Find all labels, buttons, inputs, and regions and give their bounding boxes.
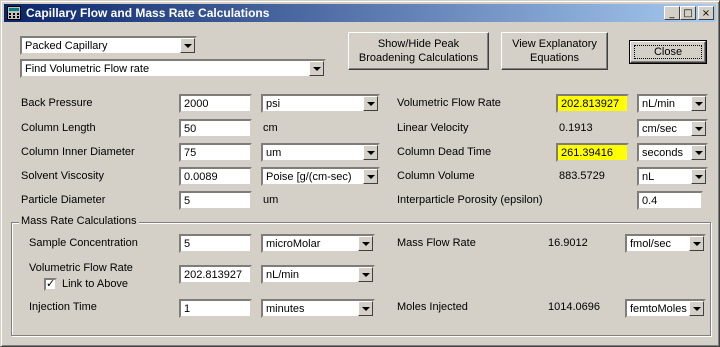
view-eq-line2: Equations xyxy=(530,52,579,64)
chevron-down-icon[interactable] xyxy=(358,301,373,316)
view-eq-line1: View Explanatory xyxy=(512,38,597,50)
column-id-label: Column Inner Diameter xyxy=(21,146,135,158)
injection-time-input[interactable]: 1 xyxy=(179,299,252,318)
calculator-app-icon xyxy=(7,6,21,20)
moles-injected-value: 1014.0696 xyxy=(548,301,600,313)
column-volume-value: 883.5729 xyxy=(559,170,605,182)
chevron-down-icon[interactable] xyxy=(689,301,704,316)
viscosity-unit-select[interactable]: Poise [g/(cm-sec) xyxy=(261,167,380,186)
particle-diameter-input[interactable]: 5 xyxy=(179,191,252,210)
time-unit-select[interactable]: seconds xyxy=(637,143,708,162)
flow-unit-select[interactable]: nL/min xyxy=(637,94,708,113)
chevron-down-icon[interactable] xyxy=(363,96,378,111)
column-length-label: Column Length xyxy=(21,122,96,134)
flow-unit-value: nL/min xyxy=(642,98,676,110)
moles-unit-value: femtoMoles xyxy=(630,303,687,315)
time-unit-value: seconds xyxy=(642,147,683,159)
sample-conc-label: Sample Concentration xyxy=(29,237,138,249)
show-hide-peak-broadening-button[interactable]: Show/Hide Peak Broadening Calculations xyxy=(348,32,489,70)
capillary-type-select[interactable]: Packed Capillary xyxy=(20,36,197,55)
pressure-unit-value: psi xyxy=(266,98,281,110)
mass-rate-group-title: Mass Rate Calculations xyxy=(19,215,139,227)
mass-rate-unit-value: fmol/sec xyxy=(630,238,671,250)
maximize-icon[interactable]: □ xyxy=(680,6,696,20)
chevron-down-icon[interactable] xyxy=(363,145,378,160)
calc-mode-select[interactable]: Find Volumetric Flow rate xyxy=(20,59,326,78)
volume-unit-select[interactable]: nL xyxy=(637,167,708,186)
mass-flow-rate-value: 16.9012 xyxy=(548,237,588,249)
velocity-unit-select[interactable]: cm/sec xyxy=(637,119,708,138)
injection-time-label: Injection Time xyxy=(29,301,97,313)
column-id-input[interactable]: 75 xyxy=(179,143,252,162)
porosity-input[interactable]: 0.4 xyxy=(637,191,703,210)
chevron-down-icon[interactable] xyxy=(689,236,704,251)
diameter-unit-select[interactable]: um xyxy=(261,143,380,162)
pressure-unit-select[interactable]: psi xyxy=(261,94,380,113)
chevron-down-icon[interactable] xyxy=(309,61,324,76)
velocity-unit-value: cm/sec xyxy=(642,123,677,135)
show-hide-line1: Show/Hide Peak xyxy=(377,38,460,50)
vol-flow-label: Volumetric Flow Rate xyxy=(397,97,501,109)
volume-unit-value: nL xyxy=(642,171,655,183)
linear-velocity-label: Linear Velocity xyxy=(397,122,469,134)
chevron-down-icon[interactable] xyxy=(363,169,378,184)
window-title: Capillary Flow and Mass Rate Calculation… xyxy=(26,6,270,20)
chevron-down-icon[interactable] xyxy=(691,121,706,136)
calc-mode-value: Find Volumetric Flow rate xyxy=(25,63,150,75)
column-length-input[interactable]: 50 xyxy=(179,119,252,138)
link-to-above-checkbox[interactable] xyxy=(44,277,57,291)
conc-unit-value: microMolar xyxy=(266,238,321,250)
viscosity-unit-value: Poise [g/(cm-sec) xyxy=(266,171,352,183)
linear-velocity-value: 0.1913 xyxy=(559,122,593,134)
dead-time-output[interactable]: 261.39416 xyxy=(556,143,629,162)
chevron-down-icon[interactable] xyxy=(358,236,373,251)
injection-time-unit-select[interactable]: minutes xyxy=(261,299,375,318)
mass-rate-unit-select[interactable]: fmol/sec xyxy=(625,234,706,253)
chevron-down-icon[interactable] xyxy=(358,267,373,282)
viscosity-input[interactable]: 0.0089 xyxy=(179,167,252,186)
diameter-unit-value: um xyxy=(266,147,282,159)
mass-vol-flow-input[interactable]: 202.813927 xyxy=(179,265,252,284)
mass-vol-flow-label: Volumetric Flow Rate xyxy=(29,262,133,274)
porosity-label: Interparticle Porosity (epsilon) xyxy=(397,194,543,206)
view-equations-button[interactable]: View Explanatory Equations xyxy=(501,32,608,70)
column-volume-label: Column Volume xyxy=(397,170,475,182)
link-to-above-label[interactable]: Link to Above xyxy=(62,278,128,290)
vol-flow-output[interactable]: 202.813927 xyxy=(556,94,629,113)
moles-injected-label: Moles Injected xyxy=(397,301,468,313)
mass-flow-rate-label: Mass Flow Rate xyxy=(397,237,476,249)
dead-time-label: Column Dead Time xyxy=(397,146,492,158)
show-hide-line2: Broadening Calculations xyxy=(358,52,479,64)
capillary-type-value: Packed Capillary xyxy=(25,40,108,52)
title-bar: Capillary Flow and Mass Rate Calculation… xyxy=(4,4,716,22)
particle-diameter-label: Particle Diameter xyxy=(21,194,106,206)
chevron-down-icon[interactable] xyxy=(691,96,706,111)
mass-flow-unit-value: nL/min xyxy=(266,269,300,281)
mass-flow-unit-select[interactable]: nL/min xyxy=(261,265,375,284)
focus-rect xyxy=(634,45,702,59)
sample-conc-input[interactable]: 5 xyxy=(179,234,252,253)
chevron-down-icon[interactable] xyxy=(180,38,195,53)
back-pressure-input[interactable]: 2000 xyxy=(179,94,252,113)
moles-unit-select[interactable]: femtoMoles xyxy=(625,299,706,318)
minimize-icon[interactable]: _ xyxy=(664,6,680,20)
particle-diameter-unit: um xyxy=(263,194,279,206)
injection-time-unit-value: minutes xyxy=(266,303,305,315)
back-pressure-label: Back Pressure xyxy=(21,97,93,109)
viscosity-label: Solvent Viscosity xyxy=(21,170,104,182)
chevron-down-icon[interactable] xyxy=(691,169,706,184)
close-icon[interactable]: × xyxy=(698,6,714,20)
chevron-down-icon[interactable] xyxy=(691,145,706,160)
close-button[interactable]: Close xyxy=(629,40,707,64)
conc-unit-select[interactable]: microMolar xyxy=(261,234,375,253)
calculator-window: Capillary Flow and Mass Rate Calculation… xyxy=(0,0,720,347)
column-length-unit: cm xyxy=(263,122,278,134)
